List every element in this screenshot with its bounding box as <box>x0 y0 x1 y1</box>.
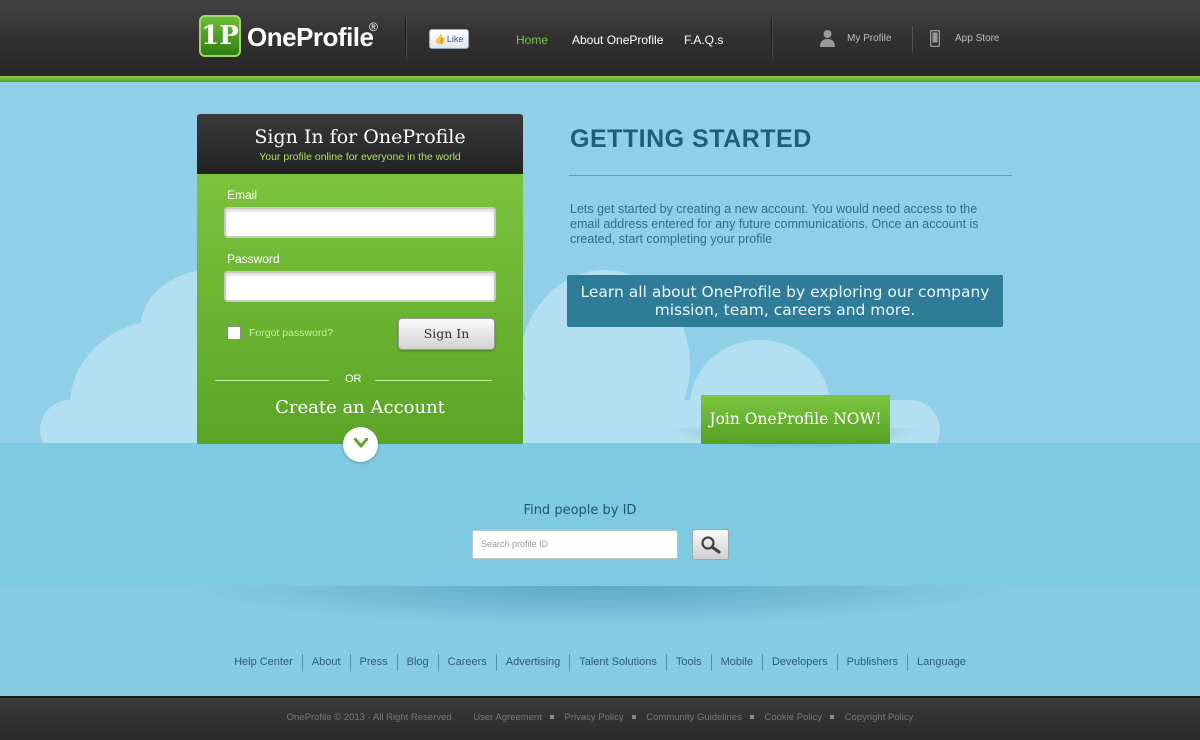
nav-about[interactable]: About OneProfile <box>572 33 663 47</box>
legal-link-privacy-policy[interactable]: Privacy Policy <box>565 712 624 723</box>
forgot-password-link[interactable]: Forgot password? <box>249 327 333 339</box>
remember-checkbox[interactable] <box>227 326 241 340</box>
user-icon <box>820 29 835 51</box>
footer-link-about[interactable]: About <box>303 656 350 668</box>
footer-links: Help Center About Press Blog Careers Advertis… <box>0 654 1200 671</box>
expand-down-button[interactable] <box>343 427 378 462</box>
legal-link-cookie-policy[interactable]: Cookie Policy <box>764 712 822 723</box>
footer-link-talent-solutions[interactable]: Talent Solutions <box>570 656 666 668</box>
signin-panel: Sign In for OneProfile Your profile onli… <box>197 114 523 444</box>
or-text: OR <box>345 373 362 385</box>
password-field[interactable] <box>224 271 496 302</box>
header-divider <box>912 26 913 52</box>
phone-icon <box>929 29 941 51</box>
email-label: Email <box>227 188 258 202</box>
facebook-like-button[interactable]: 👍Like <box>429 29 469 49</box>
search-icon <box>700 536 722 559</box>
signin-title: Sign In for OneProfile <box>254 126 466 148</box>
legal-separator <box>830 715 835 720</box>
signin-subtitle: Your profile online for everyone in the … <box>259 151 461 163</box>
email-field[interactable] <box>224 207 496 238</box>
legal-separator <box>749 715 754 720</box>
logo-badge[interactable]: 1P <box>199 15 241 57</box>
legal-link-user-agreement[interactable]: User Agreement <box>473 712 542 723</box>
find-people-label: Find people by ID <box>523 503 637 518</box>
footer-link-advertising[interactable]: Advertising <box>497 656 569 668</box>
password-label: Password <box>227 252 280 266</box>
logo-text[interactable]: OneProfile <box>247 22 374 53</box>
legal-link-community-guidelines[interactable]: Community Guidelines <box>646 712 742 723</box>
getting-started-title: GETTING STARTED <box>570 125 812 153</box>
learn-more-banner[interactable]: Learn all about OneProfile by exploring … <box>567 275 1003 327</box>
or-divider-line <box>375 380 492 381</box>
join-now-button[interactable]: Join OneProfile NOW! <box>701 395 890 444</box>
legal-separator <box>631 715 636 720</box>
footer-link-careers[interactable]: Careers <box>439 656 496 668</box>
search-input[interactable]: Search profile ID <box>472 530 678 559</box>
footer-link-mobile[interactable]: Mobile <box>712 656 762 668</box>
search-button[interactable] <box>692 529 729 560</box>
footer-link-publishers[interactable]: Publishers <box>838 656 907 668</box>
chevron-down-icon <box>353 433 368 452</box>
getting-started-text: Lets get started by creating a new accou… <box>570 202 979 246</box>
footer-link-blog[interactable]: Blog <box>398 656 438 668</box>
app-store-link[interactable]: App Store <box>955 33 999 44</box>
footer-link-developers[interactable]: Developers <box>763 656 837 668</box>
signin-form: Email Password Forgot password? Sign In … <box>197 174 523 444</box>
nav-faqs[interactable]: F.A.Q.s <box>684 33 723 47</box>
legal-separator <box>549 715 554 720</box>
thumbs-up-icon: 👍 <box>434 34 446 44</box>
footer-link-language[interactable]: Language <box>908 656 975 668</box>
my-profile-link[interactable]: My Profile <box>847 33 891 44</box>
header-accent-stripe <box>0 76 1200 82</box>
bottom-legal: OneProfile © 2013 - All Right Reserved U… <box>0 712 1200 723</box>
signin-header: Sign In for OneProfile Your profile onli… <box>197 114 523 174</box>
sign-in-button[interactable]: Sign In <box>398 318 495 350</box>
nav-home[interactable]: Home <box>516 33 548 47</box>
logo-registered-mark: ® <box>369 20 378 34</box>
band-shadow <box>180 586 1020 626</box>
create-account-link[interactable]: Create an Account <box>197 397 523 418</box>
legal-link-copyright-policy[interactable]: Copyright Policy <box>845 712 914 723</box>
footer-link-press[interactable]: Press <box>351 656 397 668</box>
header-divider <box>771 18 773 58</box>
footer-link-tools[interactable]: Tools <box>667 656 711 668</box>
header-divider <box>405 18 407 58</box>
title-divider <box>569 175 1012 176</box>
like-label: Like <box>446 34 464 44</box>
copyright-text: OneProfile © 2013 - All Right Reserved <box>286 712 452 723</box>
footer-link-help-center[interactable]: Help Center <box>225 656 302 668</box>
or-divider-line <box>215 380 329 381</box>
